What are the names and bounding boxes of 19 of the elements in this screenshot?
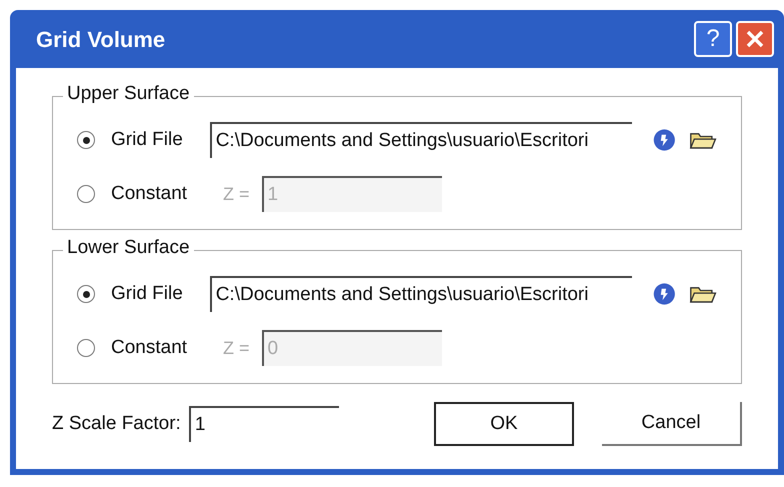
close-icon — [745, 29, 765, 49]
option-label: Grid File — [111, 282, 184, 306]
z-prefix-label: Z = — [223, 336, 250, 360]
dialog-button[interactable]: Cancel — [602, 402, 742, 446]
option-label: Constant — [111, 182, 188, 206]
window-title: Grid Volume — [36, 26, 166, 54]
radio-button[interactable] — [77, 285, 95, 303]
file-path-field[interactable]: C:\Documents and Settings\usuario\Escritori — [210, 276, 632, 312]
option-label: Constant — [111, 336, 188, 360]
close-button[interactable] — [736, 21, 774, 57]
group-title: Upper Surface — [63, 84, 194, 103]
radio-button[interactable] — [77, 131, 95, 149]
file-path-field[interactable]: C:\Documents and Settings\usuario\Escritori — [210, 122, 632, 158]
help-button[interactable]: ? — [694, 21, 732, 57]
dialog-button[interactable]: OK — [434, 402, 574, 446]
scale-factor-field[interactable]: 1 — [188, 406, 339, 442]
option-label: Grid File — [111, 128, 184, 152]
z-prefix-label: Z = — [223, 182, 250, 206]
scale-factor-label: Z Scale Factor: — [52, 412, 181, 436]
